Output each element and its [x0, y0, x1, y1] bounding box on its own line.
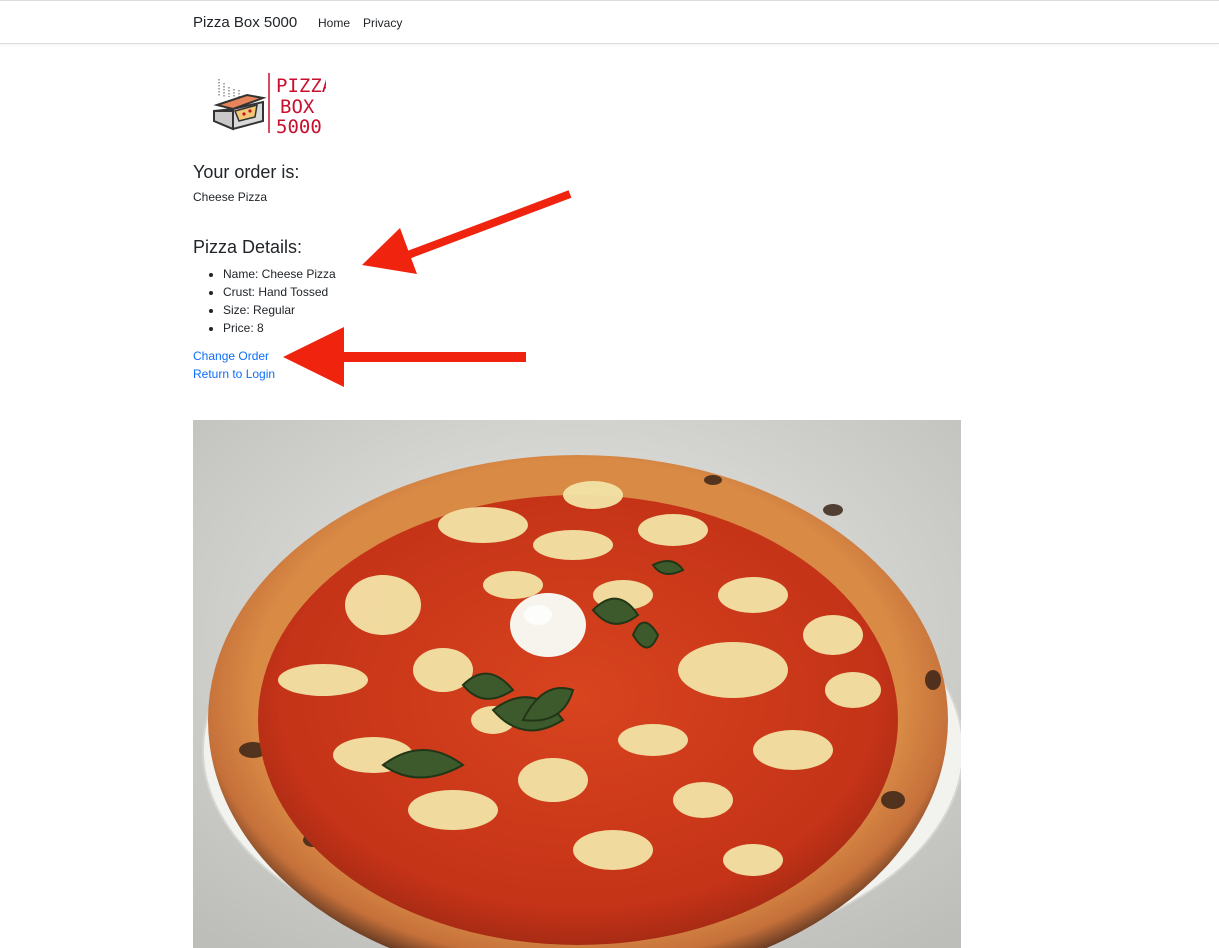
- change-order-link[interactable]: Change Order: [193, 349, 269, 363]
- detail-item-price: Price: 8: [223, 319, 336, 337]
- nav-link-home[interactable]: Home: [318, 16, 350, 30]
- logo-text-line1: PIZZA: [276, 75, 326, 97]
- detail-item-size: Size: Regular: [223, 301, 336, 319]
- pizza-box-logo: PIZZA BOX 5000: [213, 73, 326, 137]
- return-to-login-link[interactable]: Return to Login: [193, 367, 275, 381]
- logo-text-line2: BOX: [280, 96, 315, 118]
- pizza-details-heading: Pizza Details:: [193, 237, 303, 257]
- logo-text-line3: 5000: [276, 116, 322, 137]
- detail-item-name: Name: Cheese Pizza: [223, 265, 336, 283]
- arrow-icon-details: [362, 190, 572, 274]
- nav-link-privacy[interactable]: Privacy: [363, 16, 402, 30]
- brand-link[interactable]: Pizza Box 5000: [193, 14, 297, 31]
- pizza-photo: [193, 420, 961, 948]
- order-value: Cheese Pizza: [193, 190, 268, 204]
- detail-item-crust: Crust: Hand Tossed: [223, 283, 336, 301]
- top-navbar: Pizza Box 5000 Home Privacy: [0, 0, 1219, 44]
- order-heading: Your order is:: [193, 162, 300, 182]
- pizza-details-list: Name: Cheese Pizza Crust: Hand Tossed Si…: [193, 265, 336, 337]
